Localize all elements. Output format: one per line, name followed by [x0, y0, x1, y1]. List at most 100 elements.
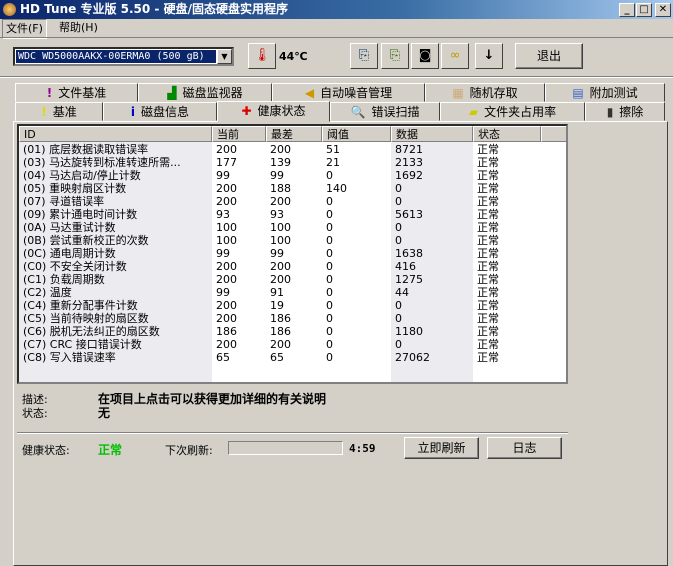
minimize-button[interactable]: _: [619, 3, 635, 17]
speaker-icon: ◀: [304, 86, 315, 100]
table-cell: 0: [326, 208, 333, 221]
tab-random-access[interactable]: ▦ 随机存取: [425, 83, 545, 102]
column-header[interactable]: [541, 126, 566, 142]
drive-select[interactable]: WDC WD5000AAKX-00ERMA0 (500 gB) ▼: [13, 47, 234, 66]
tab-extra-tests[interactable]: ▤ 附加测试: [545, 83, 665, 102]
table-row[interactable]: (07) 寻道错误率 200 200 0 0 正常: [19, 195, 559, 208]
menu-file[interactable]: 文件(F): [2, 19, 47, 39]
smart-table[interactable]: ID 当前 最差 阈值 数据 状态 (01) 底层数据读取错误率 200 200 51 8721 正…: [17, 124, 568, 384]
table-cell: 0: [326, 273, 333, 286]
tab-file-benchmark[interactable]: ! 文件基准: [15, 83, 138, 102]
thermometer-icon: 🌡: [253, 48, 271, 63]
thermometer-button[interactable]: 🌡: [248, 43, 276, 69]
tab-red-cross[interactable]: ✚ 健康状态: [217, 101, 330, 122]
table-cell: 186: [216, 325, 237, 338]
table-cell: 200: [216, 338, 237, 351]
tab-trash[interactable]: ▮ 擦除: [585, 102, 665, 121]
refresh-now-button[interactable]: 立即刷新: [404, 437, 479, 459]
table-row[interactable]: (C7) CRC 接口错误计数 200 200 0 0 正常: [19, 338, 559, 351]
menu-help[interactable]: 帮助(H): [56, 19, 101, 37]
column-header[interactable]: 最差: [266, 126, 322, 142]
table-cell: 0: [326, 325, 333, 338]
table-cell: 正常: [477, 208, 499, 221]
table-row[interactable]: (C2) 温度 99 91 0 44 正常: [19, 286, 559, 299]
tab-exclamation[interactable]: ! 基准: [15, 102, 103, 121]
tab-magnifier[interactable]: 🔍 错误扫描: [330, 102, 440, 121]
refresh-progress-bar: [228, 441, 343, 455]
table-cell: 8721: [395, 143, 423, 156]
table-row[interactable]: (04) 马达启动/停止计数 99 99 0 1692 正常: [19, 169, 559, 182]
column-header[interactable]: 数据: [391, 126, 473, 142]
extra-tests-icon: ▤: [572, 86, 584, 100]
table-row[interactable]: (03) 马达旋转到标准转速所需... 177 139 21 2133 正常: [19, 156, 559, 169]
tab-label: 磁盘信息: [141, 105, 190, 119]
table-cell: 0: [395, 195, 402, 208]
file-benchmark-icon: !: [46, 86, 53, 100]
table-cell: 200: [216, 195, 237, 208]
table-row[interactable]: (C8) 写入错误速率 65 65 0 27062 正常: [19, 351, 559, 364]
table-cell: 0: [326, 221, 333, 234]
screenshot-button[interactable]: ◙: [411, 43, 439, 69]
table-row[interactable]: (0C) 通电周期计数 99 99 0 1638 正常: [19, 247, 559, 260]
arrow-down-icon: ↓: [483, 48, 495, 63]
table-row[interactable]: (09) 累计通电时间计数 93 93 0 5613 正常: [19, 208, 559, 221]
copy-icon: ⎘: [358, 48, 370, 63]
table-row[interactable]: (0B) 尝试重新校正的次数 100 100 0 0 正常: [19, 234, 559, 247]
tab-folder[interactable]: ▰ 文件夹占用率: [440, 102, 585, 121]
tab-label: 附加测试: [589, 86, 638, 100]
trash-icon: ▮: [606, 105, 614, 119]
copy-all-button[interactable]: ⎘: [381, 43, 409, 69]
table-cell: 140: [326, 182, 347, 195]
tab-label: 健康状态: [257, 104, 306, 118]
table-cell: 0: [326, 338, 333, 351]
copy-text-button[interactable]: ⎘: [350, 43, 378, 69]
table-row[interactable]: (05) 重映射扇区计数 200 188 140 0 正常: [19, 182, 559, 195]
table-cell: 177: [216, 156, 237, 169]
table-row[interactable]: (01) 底层数据读取错误率 200 200 51 8721 正常: [19, 143, 559, 156]
close-button[interactable]: ✕: [655, 3, 671, 17]
table-cell: 正常: [477, 143, 499, 156]
table-cell: 91: [270, 286, 284, 299]
table-row[interactable]: (C0) 不安全关闭计数 200 200 0 416 正常: [19, 260, 559, 273]
table-cell: 0: [395, 234, 402, 247]
table-row[interactable]: (C6) 脱机无法纠正的扇区数 186 186 0 1180 正常: [19, 325, 559, 338]
table-cell: 416: [395, 260, 416, 273]
table-cell: 200: [270, 195, 291, 208]
table-cell: 0: [395, 338, 402, 351]
tab-disk-monitor[interactable]: ▟ 磁盘监视器: [138, 83, 272, 102]
tab-label: 错误扫描: [371, 105, 420, 119]
countdown: 4:59: [349, 442, 376, 455]
column-header[interactable]: 状态: [473, 126, 541, 142]
window-title: HD Tune 专业版 5.50 - 硬盘/固态硬盘实用程序: [20, 2, 288, 16]
table-cell: 65: [270, 351, 284, 364]
table-cell: 0: [326, 260, 333, 273]
table-cell: (01) 底层数据读取错误率: [23, 143, 149, 156]
table-row[interactable]: (C1) 负载周期数 200 200 0 1275 正常: [19, 273, 559, 286]
tab-info[interactable]: i 磁盘信息: [103, 102, 217, 121]
table-row[interactable]: (C5) 当前待映射的扇区数 200 186 0 0 正常: [19, 312, 559, 325]
table-row[interactable]: (0A) 马达重试计数 100 100 0 0 正常: [19, 221, 559, 234]
exit-button[interactable]: 退出: [515, 43, 583, 69]
tab-label: 文件基准: [58, 86, 107, 100]
tab-label: 磁盘监视器: [182, 86, 243, 100]
table-cell: 200: [216, 260, 237, 273]
status-label: 状态:: [22, 407, 48, 420]
column-header[interactable]: 阈值: [322, 126, 391, 142]
table-cell: 139: [270, 156, 291, 169]
maximize-button[interactable]: □: [636, 3, 652, 17]
chevron-down-icon[interactable]: ▼: [217, 49, 232, 64]
table-row[interactable]: (C4) 重新分配事件计数 200 19 0 0 正常: [19, 299, 559, 312]
save-button[interactable]: ↓: [475, 43, 503, 69]
tab-speaker[interactable]: ◀ 自动噪音管理: [272, 83, 425, 102]
table-cell: 200: [270, 260, 291, 273]
log-button[interactable]: 日志: [487, 437, 562, 459]
magnifier-icon: 🔍: [350, 105, 366, 119]
column-header[interactable]: 当前: [212, 126, 266, 142]
table-cell: 2133: [395, 156, 423, 169]
column-header[interactable]: ID: [19, 126, 212, 142]
table-cell: 0: [326, 195, 333, 208]
info-icon: i: [130, 105, 136, 119]
table-cell: (03) 马达旋转到标准转速所需...: [23, 156, 181, 169]
table-cell: (C2) 温度: [23, 286, 72, 299]
options-button[interactable]: ∞: [441, 43, 469, 69]
